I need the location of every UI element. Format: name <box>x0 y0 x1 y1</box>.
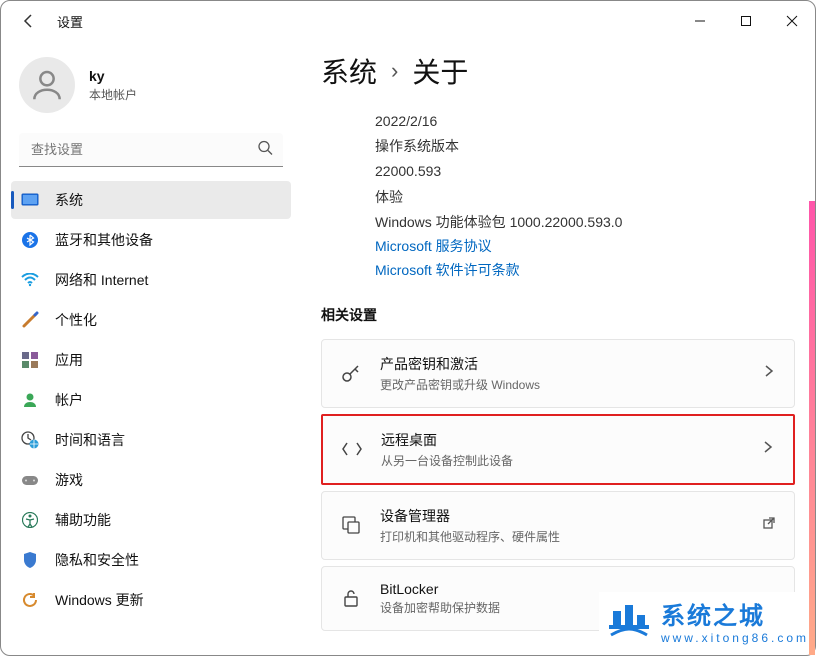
experience-label: 体验 <box>375 185 795 210</box>
search-icon <box>257 140 273 161</box>
watermark-url: www.xitong86.com <box>661 631 809 645</box>
spec-block: 2022/2/16 操作系统版本 22000.593 体验 Windows 功能… <box>321 109 795 283</box>
link-service-agreement[interactable]: Microsoft 服务协议 <box>375 235 795 259</box>
watermark-icon <box>605 597 653 645</box>
user-name: ky <box>89 68 137 84</box>
nav-item-accessibility[interactable]: 辅助功能 <box>11 501 291 539</box>
card-remote-desktop[interactable]: 远程桌面 从另一台设备控制此设备 <box>321 414 795 485</box>
bluetooth-icon <box>21 231 39 249</box>
related-title: 相关设置 <box>321 305 795 325</box>
app-title: 设置 <box>57 12 83 31</box>
nav-item-apps[interactable]: 应用 <box>11 341 291 379</box>
titlebar: 设置 <box>1 1 815 41</box>
nav-label: 隐私和安全性 <box>55 550 139 570</box>
maximize-icon <box>740 15 752 27</box>
nav-item-privacy[interactable]: 隐私和安全性 <box>11 541 291 579</box>
link-license-terms[interactable]: Microsoft 软件许可条款 <box>375 259 795 283</box>
card-sub: 打印机和其他驱动程序、硬件属性 <box>380 528 744 545</box>
lock-icon <box>340 587 362 609</box>
accessibility-icon <box>21 511 39 529</box>
nav-item-time-lang[interactable]: 时间和语言 <box>11 421 291 459</box>
nav-label: 系统 <box>55 190 83 210</box>
key-icon <box>340 362 362 384</box>
experience-value: Windows 功能体验包 1000.22000.593.0 <box>375 210 795 235</box>
sidebar: ky 本地帐户 系统 蓝牙和其他设备 网络和 Internet <box>1 41 301 655</box>
remote-icon <box>341 438 363 460</box>
update-icon <box>21 591 39 609</box>
card-title: 产品密钥和激活 <box>380 354 744 374</box>
nav-label: 蓝牙和其他设备 <box>55 230 153 250</box>
watermark: 系统之城 www.xitong86.com <box>599 592 815 649</box>
main: 系统 › 关于 2022/2/16 操作系统版本 22000.593 体验 Wi… <box>301 41 815 655</box>
account-icon <box>21 391 39 409</box>
nav-label: 游戏 <box>55 470 83 490</box>
card-activation[interactable]: 产品密钥和激活 更改产品密钥或升级 Windows <box>321 339 795 408</box>
close-icon <box>786 15 798 27</box>
nav-label: 帐户 <box>55 390 83 410</box>
card-sub: 从另一台设备控制此设备 <box>381 452 743 469</box>
nav-item-update[interactable]: Windows 更新 <box>11 581 291 619</box>
arrow-left-icon <box>21 13 37 29</box>
watermark-text: 系统之城 <box>661 596 809 631</box>
apps-icon <box>21 351 39 369</box>
nav-item-system[interactable]: 系统 <box>11 181 291 219</box>
close-button[interactable] <box>769 3 815 39</box>
nav: 系统 蓝牙和其他设备 网络和 Internet 个性化 应用 帐户 <box>11 181 291 619</box>
breadcrumb: 系统 › 关于 <box>321 51 795 91</box>
wifi-icon <box>21 271 39 289</box>
install-date: 2022/2/16 <box>375 109 795 134</box>
nav-label: 应用 <box>55 350 83 370</box>
avatar <box>19 57 75 113</box>
os-build-value: 22000.593 <box>375 159 795 184</box>
gaming-icon <box>21 471 39 489</box>
breadcrumb-current: 关于 <box>412 51 468 91</box>
nav-label: 时间和语言 <box>55 430 125 450</box>
search-input[interactable] <box>19 133 283 167</box>
nav-label: 个性化 <box>55 310 97 330</box>
nav-item-network[interactable]: 网络和 Internet <box>11 261 291 299</box>
chevron-right-icon <box>761 440 775 459</box>
chevron-right-icon: › <box>391 58 398 84</box>
nav-item-bluetooth[interactable]: 蓝牙和其他设备 <box>11 221 291 259</box>
nav-item-accounts[interactable]: 帐户 <box>11 381 291 419</box>
maximize-button[interactable] <box>723 3 769 39</box>
nav-item-personalization[interactable]: 个性化 <box>11 301 291 339</box>
os-build-label: 操作系统版本 <box>375 134 795 159</box>
device-manager-icon <box>340 514 362 536</box>
desktop-edge <box>809 201 815 655</box>
shield-icon <box>21 551 39 569</box>
minimize-button[interactable] <box>677 3 723 39</box>
clock-globe-icon <box>21 431 39 449</box>
nav-label: Windows 更新 <box>55 590 144 610</box>
nav-label: 网络和 Internet <box>55 270 148 290</box>
breadcrumb-root[interactable]: 系统 <box>321 51 377 91</box>
card-device-manager[interactable]: 设备管理器 打印机和其他驱动程序、硬件属性 <box>321 491 795 560</box>
card-title: 远程桌面 <box>381 430 743 450</box>
user-account-type: 本地帐户 <box>89 86 137 103</box>
system-icon <box>21 191 39 209</box>
card-title: 设备管理器 <box>380 506 744 526</box>
back-button[interactable] <box>19 11 39 31</box>
person-icon <box>28 66 66 104</box>
user-block[interactable]: ky 本地帐户 <box>11 41 291 133</box>
brush-icon <box>21 311 39 329</box>
nav-item-gaming[interactable]: 游戏 <box>11 461 291 499</box>
chevron-right-icon <box>762 364 776 383</box>
minimize-icon <box>694 15 706 27</box>
card-sub: 更改产品密钥或升级 Windows <box>380 376 744 393</box>
nav-label: 辅助功能 <box>55 510 111 530</box>
external-link-icon <box>762 516 776 535</box>
